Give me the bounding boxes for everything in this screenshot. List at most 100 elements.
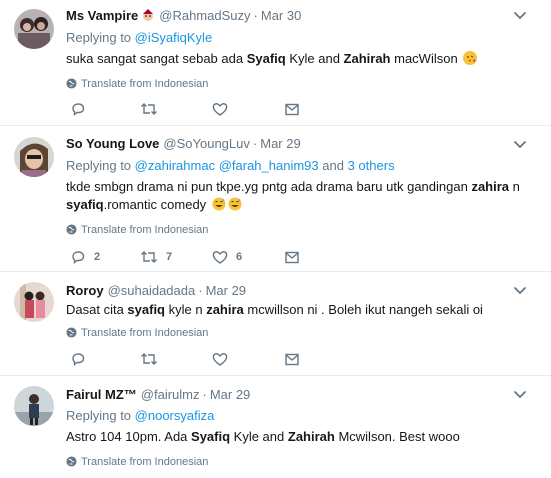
text-segment: kyle n — [165, 302, 207, 317]
like-count: 6 — [236, 251, 243, 263]
highlighted-term: Syafiq — [246, 51, 286, 66]
reply-count: 2 — [94, 251, 101, 263]
username[interactable]: @suhaidadada — [108, 283, 196, 298]
avatar[interactable] — [14, 386, 54, 426]
chevron-down-icon[interactable] — [513, 390, 527, 400]
retweet-button[interactable]: 7 — [140, 248, 172, 266]
retweet-button[interactable] — [140, 350, 158, 368]
grinning-sweat-emoji — [228, 197, 242, 211]
highlighted-term: Zahirah — [343, 51, 391, 66]
heart-icon — [212, 251, 228, 264]
reply-button[interactable] — [70, 100, 86, 118]
translate-label[interactable]: Translate from Indonesian — [81, 456, 208, 468]
chevron-down-icon[interactable] — [513, 140, 527, 150]
text-segment: Mcwilson. Best wooo — [334, 429, 460, 444]
like-button[interactable] — [212, 100, 228, 118]
mention-link[interactable]: @zahirahmac — [135, 158, 215, 173]
direct-message-button[interactable] — [284, 350, 300, 368]
translate-link[interactable]: Translate from Indonesian — [66, 77, 208, 91]
like-button[interactable] — [212, 350, 228, 368]
replying-prefix: Replying to — [66, 158, 132, 173]
text-segment: Dasat cita — [66, 302, 128, 317]
text-segment: mcwillson ni . Boleh ikut nangeh sekali … — [243, 302, 483, 317]
display-name[interactable]: So Young Love — [66, 136, 159, 151]
vampire-emoji-icon — [141, 8, 155, 26]
tweet-actions: 2 7 6 — [66, 248, 326, 266]
like-button[interactable]: 6 — [212, 248, 242, 266]
retweet-icon — [141, 103, 157, 115]
tweet-text: suka sangat sangat sebab ada Syafiq Kyle… — [66, 50, 506, 68]
highlighted-term: zahira — [206, 302, 244, 317]
timestamp[interactable]: Mar 29 — [206, 283, 246, 298]
tweet-header: Ms Vampire @RahmadSuzy · Mar 30 — [66, 8, 301, 26]
reply-button[interactable]: 2 — [70, 248, 100, 266]
text-segment: macWilson — [390, 51, 458, 66]
text-segment: n — [509, 179, 520, 194]
replying-to: Replying to @zahirahmac @farah_hanim93 a… — [66, 158, 395, 174]
avatar[interactable] — [14, 137, 54, 177]
translate-link[interactable]: Translate from Indonesian — [66, 326, 208, 340]
text-segment: Kyle and — [230, 429, 288, 444]
translate-label[interactable]: Translate from Indonesian — [81, 224, 208, 236]
replying-to: Replying to @noorsyafiza — [66, 408, 214, 424]
separator: · — [198, 283, 203, 298]
username[interactable]: @RahmadSuzy — [159, 8, 250, 23]
mention-link[interactable]: @farah_hanim93 — [219, 158, 319, 173]
highlighted-term: syafiq — [66, 197, 104, 212]
envelope-icon — [285, 251, 299, 264]
translate-label[interactable]: Translate from Indonesian — [81, 78, 208, 90]
text-segment: Kyle and — [285, 51, 344, 66]
retweet-count: 7 — [166, 251, 173, 263]
mention-link[interactable]: @noorsyafiza — [135, 408, 215, 423]
direct-message-button[interactable] — [284, 100, 300, 118]
tweet[interactable]: Ms Vampire @RahmadSuzy · Mar 30 Replying to… — [0, 0, 551, 126]
retweet-button[interactable] — [140, 100, 158, 118]
tweet-text: tkde smbgn drama ni pun tkpe.yg pntg ada… — [66, 178, 536, 214]
username[interactable]: @fairulmz — [141, 387, 200, 402]
display-name[interactable]: Ms Vampire — [66, 8, 138, 23]
display-name[interactable]: Roroy — [66, 283, 104, 298]
reply-icon — [72, 103, 85, 116]
text-segment: .romantic comedy — [103, 197, 207, 212]
envelope-icon — [285, 353, 299, 366]
heart-icon — [212, 103, 228, 116]
highlighted-term: syafiq — [127, 302, 165, 317]
tweet[interactable]: Fairul MZ™ @fairulmz · Mar 29 Replying to @… — [0, 376, 551, 478]
tweet-actions — [66, 100, 326, 118]
tweet-header: So Young Love @SoYoungLuv · Mar 29 — [66, 136, 301, 152]
replying-to: Replying to @iSyafiqKyle — [66, 30, 212, 46]
text-segment: suka sangat sangat sebab ada — [66, 51, 247, 66]
tweet-text: Dasat cita syafiq kyle n zahira mcwillso… — [66, 301, 536, 319]
reply-button[interactable] — [70, 350, 86, 368]
tweet[interactable]: Roroy @suhaidadada · Mar 29 Dasat cita syaf… — [0, 272, 551, 376]
timestamp[interactable]: Mar 29 — [210, 387, 250, 402]
username[interactable]: @SoYoungLuv — [163, 136, 249, 151]
translate-label[interactable]: Translate from Indonesian — [81, 327, 208, 339]
avatar[interactable] — [14, 9, 54, 49]
tweet-feed: Ms Vampire @RahmadSuzy · Mar 30 Replying to… — [0, 0, 551, 478]
highlighted-term: zahira — [471, 179, 510, 194]
timestamp[interactable]: Mar 29 — [260, 136, 300, 151]
highlighted-term: Syafiq — [191, 429, 231, 444]
others-link[interactable]: 3 others — [348, 158, 395, 173]
avatar[interactable] — [14, 282, 54, 322]
separator: · — [202, 387, 207, 402]
replying-and: and — [322, 158, 344, 173]
translate-link[interactable]: Translate from Indonesian — [66, 223, 208, 237]
tweet[interactable]: So Young Love @SoYoungLuv · Mar 29 Replying… — [0, 126, 551, 272]
chevron-down-icon[interactable] — [513, 11, 527, 21]
globe-icon — [66, 224, 77, 235]
grinning-sweat-emoji — [212, 197, 226, 211]
timestamp[interactable]: Mar 30 — [261, 8, 301, 23]
heart-icon — [212, 353, 228, 366]
tweet-text: Astro 104 10pm. Ada Syafiq Kyle and Zahi… — [66, 428, 536, 446]
translate-link[interactable]: Translate from Indonesian — [66, 455, 208, 469]
text-segment: Astro 104 10pm. Ada — [66, 429, 192, 444]
retweet-icon — [141, 251, 157, 263]
chevron-down-icon[interactable] — [513, 286, 527, 296]
direct-message-button[interactable] — [284, 248, 300, 266]
tweet-actions — [66, 350, 326, 368]
display-name[interactable]: Fairul MZ™ — [66, 387, 137, 402]
mention-link[interactable]: @iSyafiqKyle — [135, 30, 213, 45]
envelope-icon — [285, 103, 299, 116]
